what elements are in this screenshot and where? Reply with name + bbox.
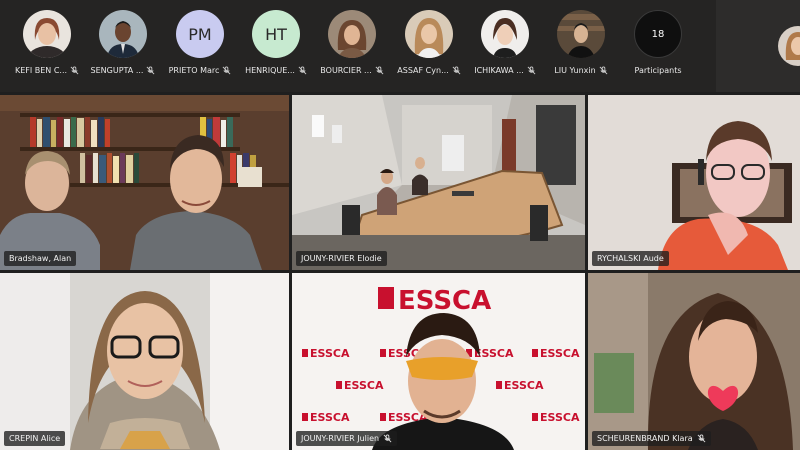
avatar xyxy=(328,10,376,58)
participant-name-label: JOUNY-RIVIER Julien xyxy=(296,431,398,446)
avatar-initials: HT xyxy=(252,10,300,58)
participant-name: ICHIKAWA ... xyxy=(474,66,524,75)
participant-name-label: CREPIN Alice xyxy=(4,431,66,446)
video-name: CREPIN Alice xyxy=(9,434,61,443)
svg-text:ESSCA: ESSCA xyxy=(310,347,350,360)
video-feed: ESSCA ESSCA ESSCA ESSCA ESSCA ESSCA ESSC… xyxy=(292,273,585,450)
self-avatar xyxy=(778,26,800,66)
participant-name: KEFI BEN C... xyxy=(14,66,68,75)
mic-muted-icon xyxy=(375,66,384,75)
video-feed xyxy=(588,273,800,450)
video-tile-elodie[interactable]: JOUNY-RIVIER Elodie xyxy=(292,95,585,270)
participant-strip: KEFI BEN C... SENGUPTA ... PM PRIETO Mar… xyxy=(0,0,716,92)
participant-count: 18 xyxy=(634,10,682,58)
participant-7[interactable]: LIU Yunxin xyxy=(543,10,619,82)
participant-name: HENRIQUE... xyxy=(245,66,295,75)
video-name: JOUNY-RIVIER Julien xyxy=(301,434,380,443)
video-tile-klara[interactable]: SCHEURENBRAND Klara xyxy=(588,273,800,450)
video-name: RYCHALSKI Aude xyxy=(597,254,664,263)
participant-name: PRIETO Marc xyxy=(168,66,220,75)
self-preview[interactable] xyxy=(716,0,800,92)
participant-5[interactable]: ASSAF Cyn... xyxy=(391,10,467,82)
avatar xyxy=(481,10,529,58)
avatar xyxy=(405,10,453,58)
svg-text:ESSCA: ESSCA xyxy=(540,347,580,360)
svg-text:ESSCA: ESSCA xyxy=(504,379,544,392)
svg-text:ESSCA: ESSCA xyxy=(310,411,350,424)
video-tile-julien[interactable]: ESSCA ESSCA ESSCA ESSCA ESSCA ESSCA ESSC… xyxy=(292,273,585,450)
video-feed xyxy=(292,95,585,270)
participant-name: ASSAF Cyn... xyxy=(397,66,449,75)
avatar-initials: PM xyxy=(176,10,224,58)
mic-muted-icon xyxy=(222,66,231,75)
participant-3[interactable]: HT HENRIQUE... xyxy=(238,10,314,82)
participant-name-label: SCHEURENBRAND Klara xyxy=(592,431,711,446)
video-feed xyxy=(0,273,289,450)
video-tile-aude[interactable]: RYCHALSKI Aude xyxy=(588,95,800,270)
participant-1[interactable]: SENGUPTA ... xyxy=(85,10,161,82)
svg-text:ESSCA: ESSCA xyxy=(540,411,580,424)
mic-muted-icon xyxy=(452,66,461,75)
participant-0[interactable]: KEFI BEN C... xyxy=(9,10,85,82)
avatar xyxy=(99,10,147,58)
essca-logo: ESSCA xyxy=(398,286,491,316)
video-name: SCHEURENBRAND Klara xyxy=(597,434,693,443)
mic-muted-icon xyxy=(599,66,608,75)
meeting-window: KEFI BEN C... SENGUPTA ... PM PRIETO Mar… xyxy=(0,0,800,450)
svg-text:ESSCA: ESSCA xyxy=(344,379,384,392)
participant-name-label: JOUNY-RIVIER Elodie xyxy=(296,251,387,266)
mic-muted-icon xyxy=(527,66,536,75)
mic-muted-icon xyxy=(383,434,392,443)
participant-name: LIU Yunxin xyxy=(554,66,596,75)
video-tile-bradshaw[interactable]: Bradshaw, Alan xyxy=(0,95,289,270)
participants-label: Participants xyxy=(634,66,682,75)
avatar xyxy=(557,10,605,58)
participant-4[interactable]: BOURCIER ... xyxy=(314,10,390,82)
participant-2[interactable]: PM PRIETO Marc xyxy=(162,10,238,82)
video-name: JOUNY-RIVIER Elodie xyxy=(301,254,382,263)
mic-muted-icon xyxy=(70,66,79,75)
participant-name: SENGUPTA ... xyxy=(90,66,144,75)
participant-6[interactable]: ICHIKAWA ... xyxy=(467,10,543,82)
video-feed xyxy=(0,95,289,270)
mic-muted-icon xyxy=(697,434,706,443)
participant-name-label: RYCHALSKI Aude xyxy=(592,251,669,266)
svg-text:ESSCA: ESSCA xyxy=(474,347,514,360)
participant-name: BOURCIER ... xyxy=(320,66,372,75)
mic-muted-icon xyxy=(146,66,155,75)
video-name: Bradshaw, Alan xyxy=(9,254,72,263)
mic-muted-icon xyxy=(298,66,307,75)
avatar xyxy=(23,10,71,58)
participants-count-button[interactable]: 18 Participants xyxy=(620,10,696,82)
video-feed xyxy=(588,95,800,270)
video-tile-alice[interactable]: CREPIN Alice xyxy=(0,273,289,450)
participant-name-label: Bradshaw, Alan xyxy=(4,251,77,266)
